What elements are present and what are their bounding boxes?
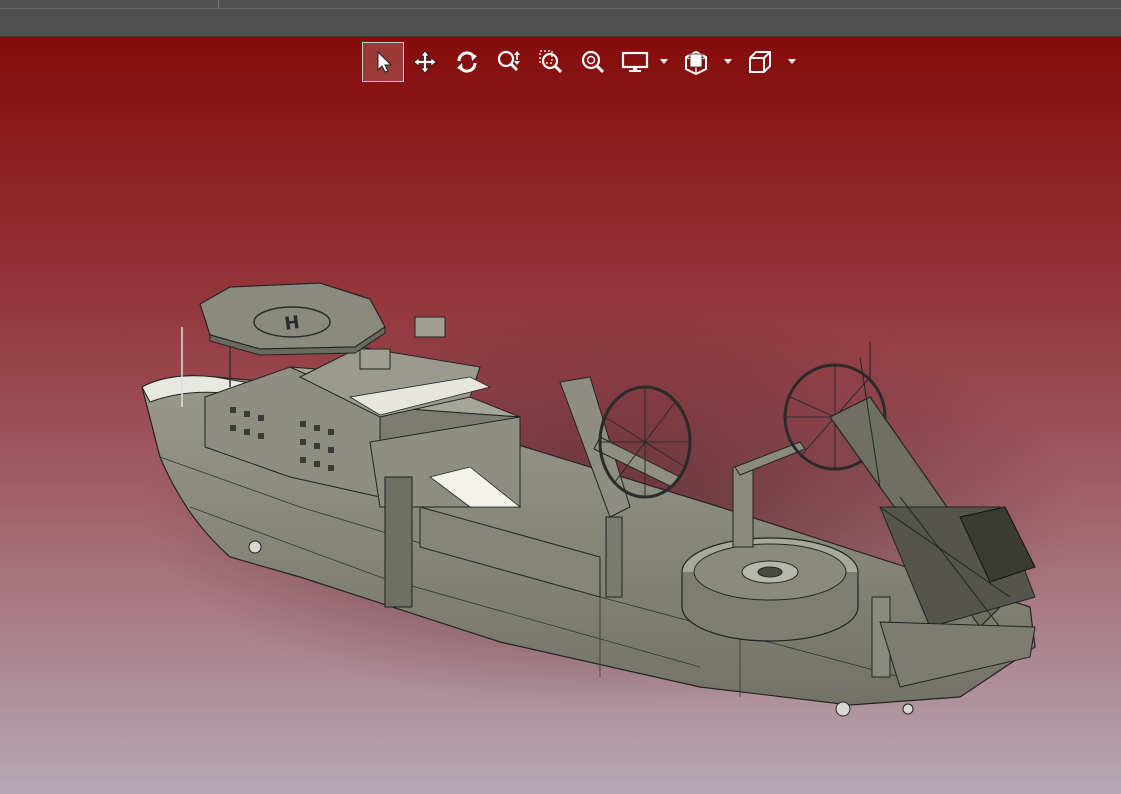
- monitor-icon: [621, 51, 649, 72]
- cube-icon: [749, 51, 771, 73]
- title-bar: [0, 0, 1121, 37]
- zoom-inout-tool-button[interactable]: [488, 42, 530, 82]
- tab-separator: [218, 0, 219, 8]
- zoom-fit-icon: [581, 50, 605, 74]
- view-toolbar: [362, 41, 800, 83]
- section-view-button[interactable]: [672, 42, 720, 82]
- cable-carousel: [681, 537, 859, 642]
- 3d-viewport[interactable]: H: [0, 37, 1121, 794]
- chevron-down-icon: [788, 59, 796, 64]
- zoom-updown-icon: [497, 50, 520, 72]
- move-arrows-icon: [413, 50, 437, 74]
- pan-tool-button[interactable]: [404, 42, 446, 82]
- zoom-fit-tool-button[interactable]: [572, 42, 614, 82]
- view-orientation-dropdown[interactable]: [784, 42, 800, 82]
- zoom-window-icon: [539, 50, 563, 74]
- rotate-tool-button[interactable]: [446, 42, 488, 82]
- section-view-dropdown[interactable]: [720, 42, 736, 82]
- zoom-window-tool-button[interactable]: [530, 42, 572, 82]
- display-mode-dropdown[interactable]: [656, 42, 672, 82]
- vessel-3d-model[interactable]: H: [0, 37, 1121, 794]
- select-tool-button[interactable]: [362, 42, 404, 82]
- cursor-arrow-icon: [377, 50, 393, 73]
- section-icon: [685, 50, 707, 75]
- chevron-down-icon: [660, 59, 668, 64]
- chevron-down-icon: [724, 59, 732, 64]
- helideck-marking: H: [283, 312, 301, 335]
- rotate-icon: [457, 51, 477, 73]
- tab-strip: [0, 0, 1121, 9]
- display-mode-button[interactable]: [614, 42, 656, 82]
- view-orientation-button[interactable]: [736, 42, 784, 82]
